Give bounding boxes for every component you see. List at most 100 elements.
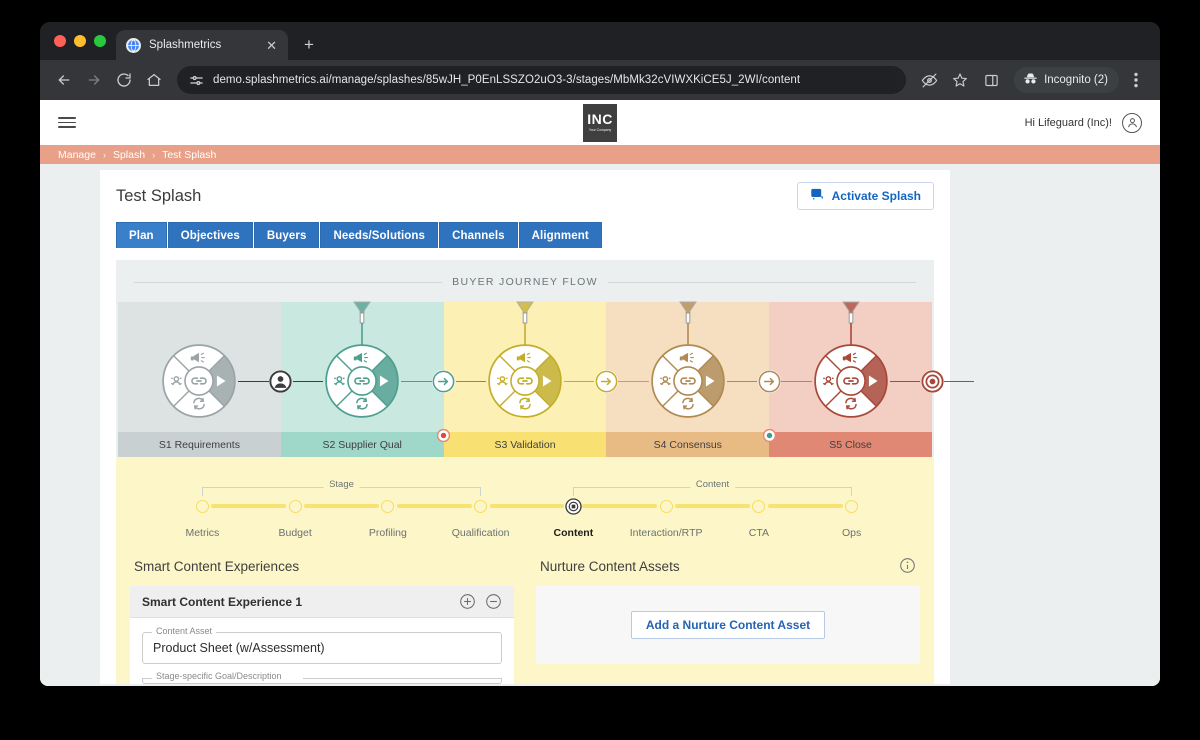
home-icon[interactable] [140,66,168,94]
stage-connector-line [238,381,269,382]
step-dot [474,499,488,513]
address-bar[interactable]: demo.splashmetrics.ai/manage/splashes/85… [177,66,907,94]
step-label: Interaction/RTP [629,527,703,539]
arrow-node-icon[interactable] [432,370,456,393]
tab-alignment[interactable]: Alignment [518,222,602,248]
breadcrumb-separator: › [152,149,156,160]
tab-plan[interactable]: Plan [116,222,167,248]
add-nurture-content-asset-button[interactable]: Add a Nurture Content Asset [630,611,826,639]
content-dot-icon[interactable] [437,429,451,442]
stage-connector-line [944,381,975,382]
journey-heading: BUYER JOURNEY FLOW [452,276,598,288]
new-tab-button[interactable]: + [296,32,322,58]
journey-stage-1[interactable]: S1 Requirements [118,302,281,457]
goal-description-field[interactable]: Stage-specific Goal/Description [142,671,502,684]
target-node-icon[interactable] [920,370,944,393]
step-dot [659,499,673,513]
journey-stage-4[interactable]: S4 Consensus [606,301,770,457]
tab-buyers[interactable]: Buyers [253,222,320,248]
content-asset-value: Product Sheet (w/Assessment) [153,641,325,655]
back-arrow-icon[interactable] [50,66,78,94]
funnel-icon [351,300,373,346]
nurture-assets-empty-state: Add a Nurture Content Asset [536,586,920,664]
step-label: Budget [278,527,312,539]
breadcrumb-item-splash[interactable]: Splash [113,149,145,161]
tab-channels[interactable]: Channels [439,222,518,248]
breadcrumb-item-manage[interactable]: Manage [58,149,96,161]
active-step-target-icon [565,497,582,515]
stage-label: S3 Validation [443,432,607,457]
activate-splash-label: Activate Splash [831,189,921,203]
stepper-track-segment [489,504,565,508]
experience-card-actions [459,593,502,610]
breadcrumb-item-test-splash[interactable]: Test Splash [162,149,216,161]
browser-toolbar: demo.splashmetrics.ai/manage/splashes/85… [40,60,1160,100]
step-dot [752,499,766,513]
close-icon[interactable]: ✕ [263,37,280,54]
persona-node-icon[interactable] [269,370,293,393]
journey-stage-2[interactable]: S2 Supplier Qual [280,300,444,457]
stage-connector-line [401,381,432,382]
stage-connector-line [455,381,486,382]
stage-body [443,301,607,432]
step-label: Qualification [451,527,510,539]
buyer-journey-flow: BUYER JOURNEY FLOW S1 Requirements S2 Su… [116,260,975,457]
tune-icon[interactable] [189,73,204,88]
stage-body [280,300,444,432]
step-dot [288,499,302,513]
minimize-window-button[interactable] [74,35,86,47]
user-greeting: Hi Lifeguard (Inc)! [1024,116,1112,129]
header-user-area: Hi Lifeguard (Inc)! [1024,112,1142,133]
maximize-window-button[interactable] [94,35,106,47]
close-window-button[interactable] [54,35,66,47]
browser-tab[interactable]: Splashmetrics ✕ [116,30,288,60]
stepper-track-segment [767,504,843,508]
company-logo: INC Your Company [583,103,617,142]
stepper-brackets: Stage Content [156,479,898,496]
content-asset-field[interactable]: Content Asset Product Sheet (w/Assessmen… [142,626,502,664]
stage-strip: S1 Requirements S2 Supplier Qual S3 Vali… [118,300,975,457]
arrow-node-icon[interactable] [757,370,781,393]
smart-content-experiences-title: Smart Content Experiences [134,559,300,574]
stage-connector-line [292,381,324,382]
logo-primary-text: INC [587,111,613,128]
divider-right [607,281,917,283]
stage-wheel-icon[interactable] [323,342,401,420]
smart-content-experience-card: Smart Content Experience 1 Content Asset… [130,586,514,684]
content-columns: Smart Content Experiences Smart Content … [130,545,920,684]
stepper-labels: Metrics Budget Profiling Qualification Conte… [156,527,898,539]
kebab-menu-icon[interactable] [1122,66,1150,94]
step-dot [195,499,209,513]
stage-wheel-icon[interactable] [160,342,238,420]
star-icon[interactable] [946,66,974,94]
minus-circle-icon[interactable] [485,593,502,610]
stage-wheel-icon[interactable] [486,342,564,420]
tab-objectives[interactable]: Objectives [167,222,253,248]
stage-wheel-icon[interactable] [812,342,890,420]
stage-connector-line [618,381,649,382]
step-label: CTA [748,527,769,539]
forward-arrow-icon[interactable] [80,66,108,94]
activate-splash-button[interactable]: Activate Splash [796,182,934,210]
side-panel-icon[interactable] [977,66,1005,94]
journey-stage-5[interactable]: S5 Close [769,301,932,457]
stepper-track-segment [675,504,750,508]
globe-icon [126,37,141,53]
stage-connector-line [889,381,920,382]
arrow-node-icon[interactable] [594,370,618,393]
tab-needs-solutions[interactable]: Needs/Solutions [320,222,439,248]
info-circle-icon[interactable] [899,557,916,574]
stage-wheel-icon[interactable] [649,342,727,420]
account-circle-icon[interactable] [1122,112,1142,133]
reload-icon[interactable] [110,66,138,94]
journey-stage-3[interactable]: S3 Validation [443,301,607,457]
nav-tabs: Plan Objectives Buyers Needs/Solutions C… [100,222,950,248]
content-dot-icon[interactable] [762,429,776,442]
page-title: Test Splash [116,186,202,205]
plus-circle-icon[interactable] [459,593,476,610]
content-asset-field-wrap: Content Asset Product Sheet (w/Assessmen… [130,618,514,664]
breadcrumb: Manage › Splash › Test Splash [40,145,1160,164]
incognito-indicator[interactable]: Incognito (2) [1014,67,1119,93]
eye-slash-icon[interactable] [915,66,943,94]
hamburger-menu-icon[interactable] [58,117,76,128]
